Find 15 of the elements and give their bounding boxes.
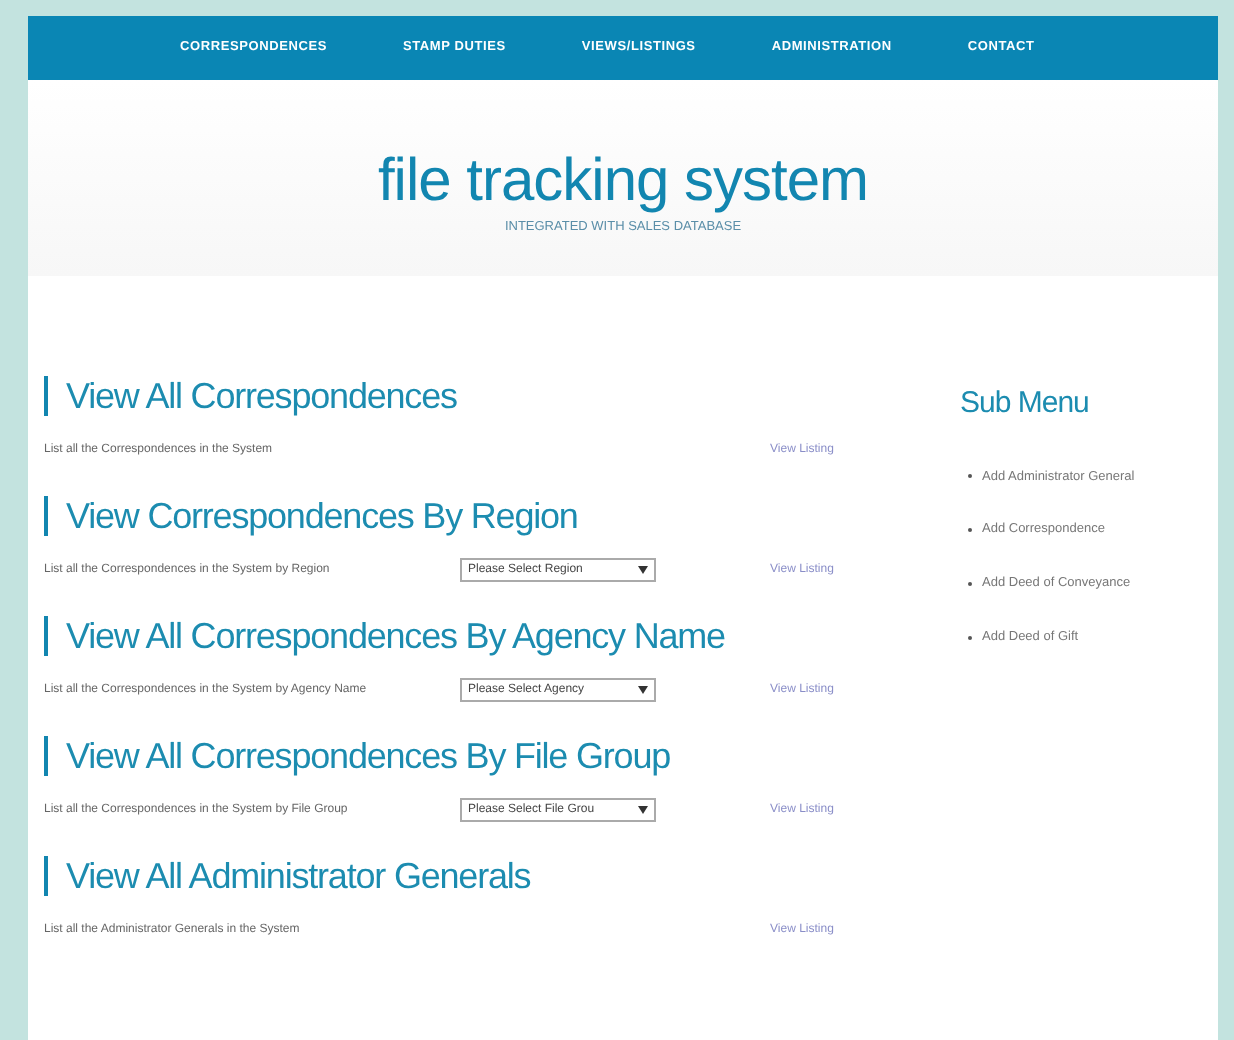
heading-accent-bar <box>44 376 48 416</box>
heading-accent-bar <box>44 736 48 776</box>
section-heading: View Correspondences By Region <box>66 493 578 540</box>
caret-icon <box>638 686 648 694</box>
section-heading: View All Administrator Generals <box>66 853 531 899</box>
section-heading: View All Correspondences By File Group <box>66 733 671 780</box>
caret-icon <box>638 806 648 814</box>
caret-icon <box>638 566 648 574</box>
heading-accent-bar <box>44 616 48 656</box>
section-heading: View All Correspondences <box>66 373 457 420</box>
section-heading: View All Correspondences By Agency Name <box>66 613 725 660</box>
sub-menu-title: Sub Menu <box>960 384 1091 424</box>
heading-accent-bar <box>44 856 48 896</box>
heading-accent-bar <box>44 496 48 536</box>
site-title: file tracking system <box>377 148 869 216</box>
